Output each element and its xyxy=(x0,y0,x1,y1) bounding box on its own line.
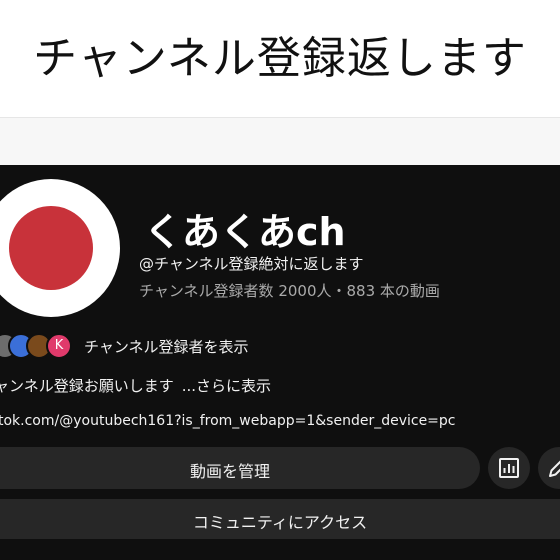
subscriber-avatar: K xyxy=(46,333,72,359)
show-subscribers-link[interactable]: チャンネル登録者を表示 xyxy=(84,336,249,357)
description-text: ャンネル登録お願いします xyxy=(0,377,174,395)
community-label: コミュニティにアクセス xyxy=(192,513,368,532)
banner-spacer xyxy=(0,118,560,165)
avatar-red-circle xyxy=(9,206,93,290)
channel-link[interactable]: tok.com/@youtubech161?is_from_webapp=1&s… xyxy=(0,413,456,429)
channel-name: くあくあch xyxy=(144,210,346,254)
channel-banner: チャンネル登録返します xyxy=(0,0,560,118)
banner-title: チャンネル登録返します xyxy=(33,33,527,84)
channel-handle: @チャンネル登録絶対に返します xyxy=(139,255,364,273)
community-button[interactable]: コミュニティにアクセス xyxy=(0,499,560,539)
analytics-icon xyxy=(499,458,519,478)
channel-description[interactable]: ャンネル登録お願いします ...さらに表示 xyxy=(0,375,271,396)
pencil-icon xyxy=(549,460,560,477)
manage-videos-label: 動画を管理 xyxy=(189,462,270,481)
manage-videos-button[interactable]: 動画を管理 xyxy=(0,447,480,489)
channel-avatar[interactable] xyxy=(0,179,120,317)
subscribers-row[interactable]: K チャンネル登録者を表示 xyxy=(0,331,560,361)
channel-profile: くあくあch @チャンネル登録絶対に返します チャンネル登録者数 2000人・8… xyxy=(0,165,560,560)
channel-stats: チャンネル登録者数 2000人・883 本の動画 xyxy=(139,282,440,300)
edit-channel-button[interactable] xyxy=(538,447,560,489)
show-more-link[interactable]: ...さらに表示 xyxy=(182,377,271,395)
analytics-button[interactable] xyxy=(488,447,530,489)
